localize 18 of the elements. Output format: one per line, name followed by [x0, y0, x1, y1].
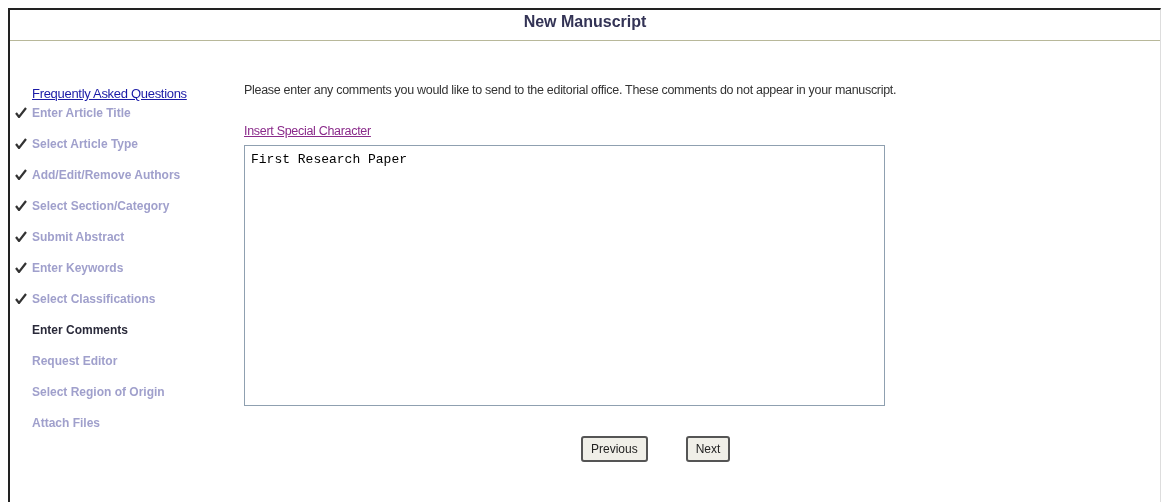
- step-item[interactable]: Select Article Type: [32, 134, 139, 153]
- step-item[interactable]: Request Editor: [32, 351, 118, 370]
- insert-special-character-link[interactable]: Insert Special Character: [244, 121, 371, 141]
- step-item[interactable]: Select Section/Category: [32, 196, 170, 215]
- step-item[interactable]: Add/Edit/Remove Authors: [32, 165, 181, 184]
- step-item[interactable]: Enter Comments: [32, 320, 129, 339]
- instructions-text: Please enter any comments you would like to send to the editorial office. These comments do not appear in your manuscript.: [244, 82, 898, 99]
- step-item[interactable]: Enter Article Title: [32, 103, 131, 122]
- previous-button[interactable]: Previous: [581, 435, 648, 462]
- step-item[interactable]: Select Region of Origin: [32, 382, 165, 401]
- step-item[interactable]: Enter Keywords: [32, 258, 124, 277]
- comments-field[interactable]: First Research Paper: [244, 144, 885, 406]
- step-item[interactable]: Attach Files: [32, 413, 100, 432]
- next-button[interactable]: Next: [685, 435, 731, 462]
- faq-link[interactable]: Frequently Asked Questions: [32, 84, 187, 104]
- step-item[interactable]: Submit Abstract: [32, 227, 125, 246]
- step-item[interactable]: Select Classifications: [32, 289, 156, 308]
- page-title: New Manuscript: [10, 10, 1160, 41]
